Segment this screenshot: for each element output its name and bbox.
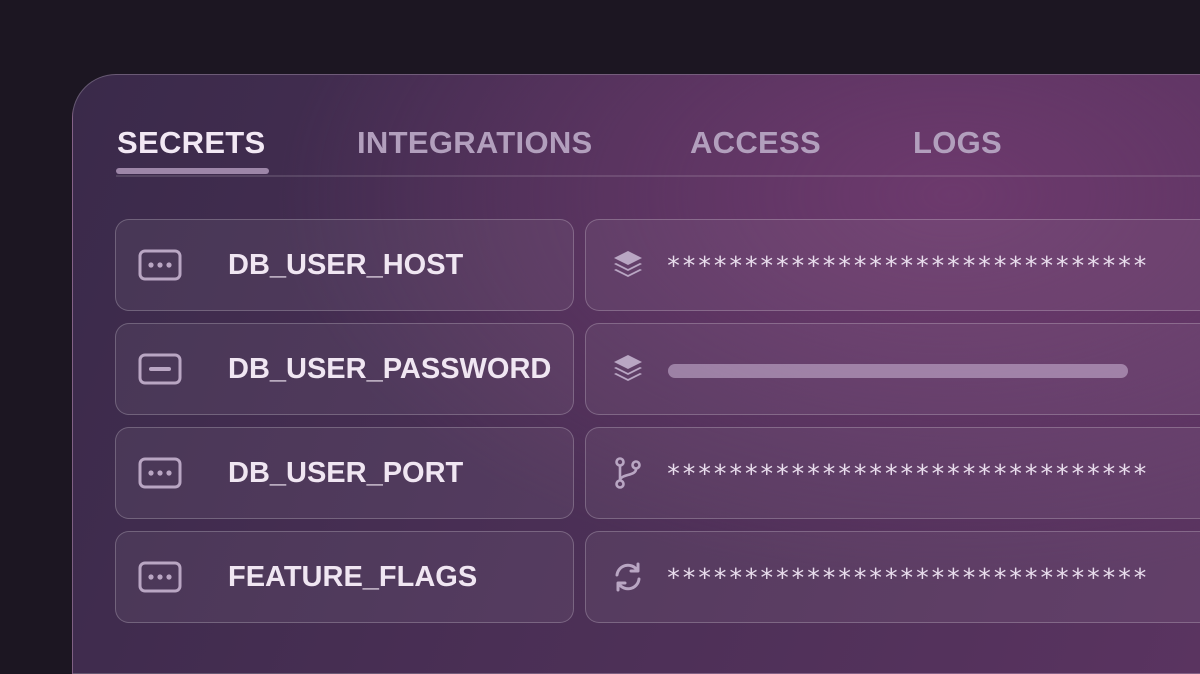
secret-value-masked: *******************************: [666, 459, 1149, 488]
tab-bar: SECRETS INTEGRATIONS ACCESS LOGS: [73, 75, 1200, 177]
ellipsis-box-icon: [138, 560, 182, 594]
secret-value-card[interactable]: *******************************: [585, 427, 1200, 519]
refresh-icon: [611, 560, 645, 594]
secret-key-card[interactable]: FEATURE_FLAGS: [115, 531, 574, 623]
layers-icon: [611, 248, 645, 282]
secret-key-label: DB_USER_PASSWORD: [228, 353, 552, 385]
secret-key-card[interactable]: DB_USER_PORT: [115, 427, 574, 519]
ellipsis-box-icon: [138, 456, 182, 490]
secrets-panel: SECRETS INTEGRATIONS ACCESS LOGS DB_USER…: [72, 74, 1200, 674]
tab-divider: [116, 175, 1200, 177]
secret-value-masked: *******************************: [666, 251, 1149, 280]
secret-value-card[interactable]: *******************************: [585, 219, 1200, 311]
secret-value-card[interactable]: [585, 323, 1200, 415]
secret-value-card[interactable]: *******************************: [585, 531, 1200, 623]
secret-key-card[interactable]: DB_USER_HOST: [115, 219, 574, 311]
secret-value-masked: *******************************: [666, 563, 1149, 592]
secret-key-label: DB_USER_HOST: [228, 249, 464, 281]
tab-access[interactable]: ACCESS: [690, 125, 821, 161]
active-tab-indicator: [116, 168, 269, 174]
tab-secrets[interactable]: SECRETS: [117, 125, 266, 161]
minus-box-icon: [138, 352, 182, 386]
secret-value-loading-bar: [668, 364, 1128, 378]
secret-key-label: DB_USER_PORT: [228, 457, 464, 489]
secret-key-card[interactable]: DB_USER_PASSWORD: [115, 323, 574, 415]
ellipsis-box-icon: [138, 248, 182, 282]
tab-integrations[interactable]: INTEGRATIONS: [357, 125, 593, 161]
tab-logs[interactable]: LOGS: [913, 125, 1002, 161]
layers-icon: [611, 352, 645, 386]
git-branch-icon: [611, 456, 645, 490]
secret-key-label: FEATURE_FLAGS: [228, 561, 478, 593]
